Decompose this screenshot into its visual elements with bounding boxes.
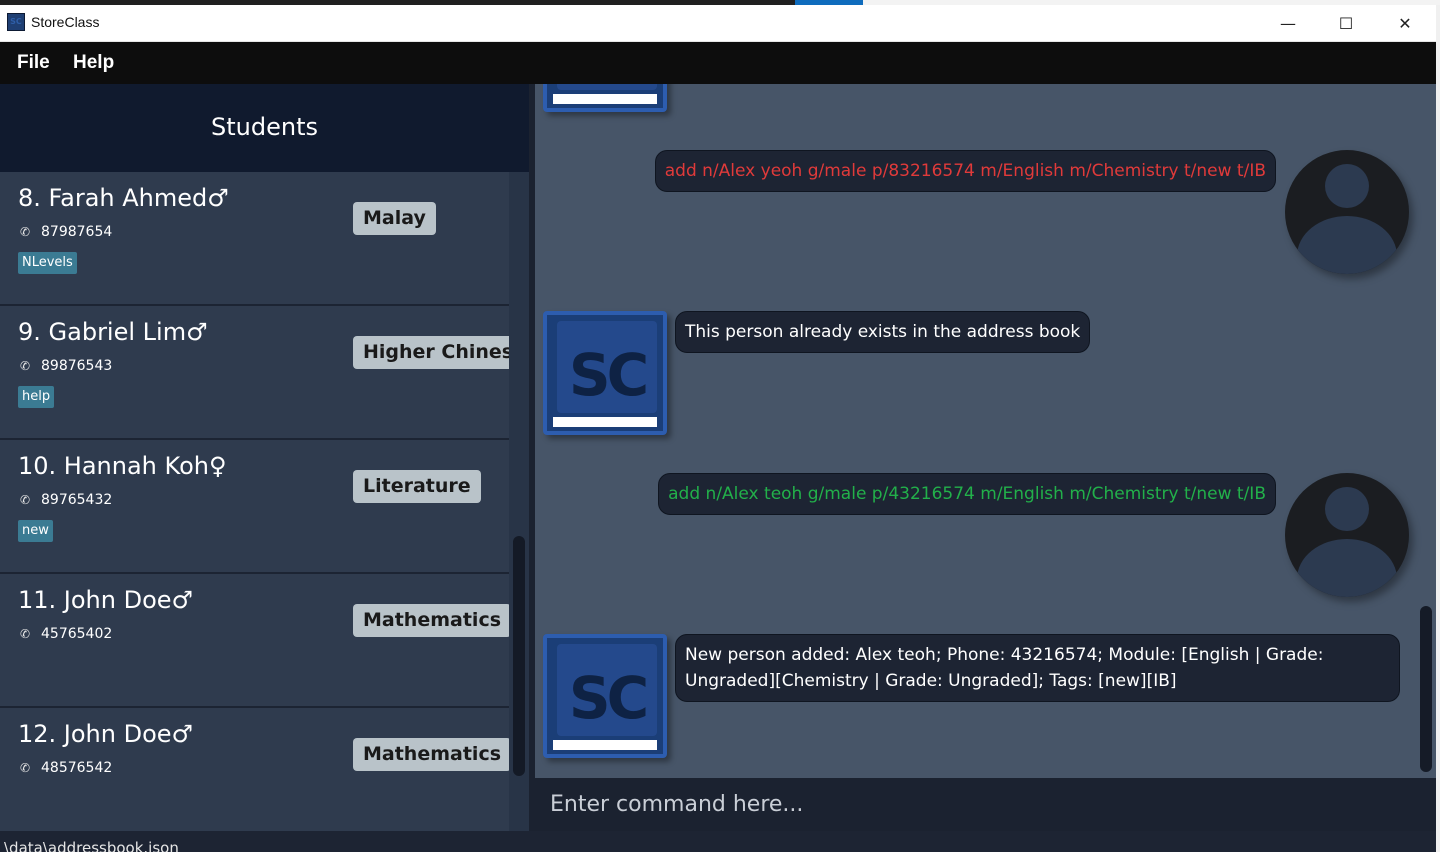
module-badge: Mathematics (353, 604, 509, 637)
user-command-bubble: add n/Alex teoh g/male p/43216574 m/Engl… (658, 473, 1276, 515)
chat-scroll-thumb[interactable] (1420, 606, 1432, 772)
app-response-bubble: New person added: Alex teoh; Phone: 4321… (675, 634, 1400, 702)
window-edge (1436, 5, 1440, 852)
student-tag: new (18, 520, 53, 542)
user-command-bubble: add n/Alex yeoh g/male p/83216574 m/Engl… (654, 150, 1276, 192)
command-input[interactable] (535, 778, 1436, 831)
phone-row: ✆ 48576542 (20, 760, 112, 776)
close-button[interactable]: ✕ (1376, 5, 1434, 41)
student-list-scroll-thumb[interactable] (513, 536, 525, 776)
save-file-path: \data\addressbook.json (4, 839, 179, 852)
student-tag: help (18, 386, 55, 408)
phone-row: ✆ 87987654 (20, 224, 112, 240)
module-badge: Malay (353, 202, 436, 235)
title-bar: SC StoreClass — ☐ ✕ (0, 5, 1436, 42)
student-card[interactable]: 11. John Doe♂ ✆ 45765402 Mathematics (0, 574, 509, 708)
student-name: 8. Farah Ahmed♂ (18, 184, 229, 212)
module-badge: Higher Chinese (353, 336, 509, 369)
students-header: Students (0, 84, 529, 172)
student-phone: 48576542 (41, 760, 113, 776)
storeclass-logo-icon: SC (543, 634, 667, 758)
student-list[interactable]: 8. Farah Ahmed♂ ✆ 87987654 NLevels Malay… (0, 172, 509, 831)
student-phone: 89765432 (41, 492, 113, 508)
app-icon-label: SC (10, 17, 22, 26)
student-card[interactable]: 9. Gabriel Lim♂ ✆ 89876543 help Higher C… (0, 306, 509, 440)
phone-row: ✆ 89876543 (20, 358, 112, 374)
storeclass-logo-icon: SC (543, 84, 667, 112)
student-phone: 89876543 (41, 358, 113, 374)
phone-icon: ✆ (20, 761, 31, 775)
menu-file[interactable]: File (17, 52, 50, 74)
menu-help[interactable]: Help (73, 52, 114, 74)
window-title: StoreClass (31, 14, 100, 30)
student-name: 10. Hannah Koh♀ (18, 452, 227, 480)
student-phone: 45765402 (41, 626, 113, 642)
command-box (535, 778, 1436, 831)
app-response-line: Ungraded][Chemistry | Grade: Ungraded]; … (685, 671, 1177, 691)
students-panel: Students 8. Farah Ahmed♂ ✆ 87987654 NLev… (0, 84, 529, 831)
minimize-button[interactable]: — (1259, 5, 1317, 41)
phone-icon: ✆ (20, 359, 31, 373)
app-response-bubble: This person already exists in the addres… (675, 311, 1091, 353)
user-avatar-icon (1285, 150, 1409, 274)
students-title: Students (211, 113, 318, 141)
student-phone: 87987654 (41, 224, 113, 240)
app-response-line: New person added: Alex teoh; Phone: 4321… (685, 645, 1324, 665)
student-card[interactable]: 8. Farah Ahmed♂ ✆ 87987654 NLevels Malay (0, 172, 509, 306)
student-card[interactable]: 12. John Doe♂ ✆ 48576542 Mathematics (0, 708, 509, 831)
storeclass-logo-icon: SC (543, 311, 667, 435)
chat-panel[interactable]: SC add n/Alex yeoh g/male p/83216574 m/E… (535, 84, 1436, 778)
student-name: 11. John Doe♂ (18, 586, 194, 614)
maximize-button[interactable]: ☐ (1317, 5, 1375, 41)
user-avatar-icon (1285, 473, 1409, 597)
module-badge: Literature (353, 470, 481, 503)
student-name: 9. Gabriel Lim♂ (18, 318, 208, 346)
phone-row: ✆ 45765402 (20, 626, 112, 642)
app-icon: SC (7, 13, 25, 31)
phone-row: ✆ 89765432 (20, 492, 112, 508)
student-card[interactable]: 10. Hannah Koh♀ ✆ 89765432 new Literatur… (0, 440, 509, 574)
student-tag: NLevels (18, 252, 77, 274)
phone-icon: ✆ (20, 627, 31, 641)
phone-icon: ✆ (20, 225, 31, 239)
menu-bar: File Help (0, 42, 1436, 84)
student-name: 12. John Doe♂ (18, 720, 194, 748)
phone-icon: ✆ (20, 493, 31, 507)
status-bar: \data\addressbook.json (0, 831, 1436, 852)
module-badge: Mathematics (353, 738, 509, 771)
